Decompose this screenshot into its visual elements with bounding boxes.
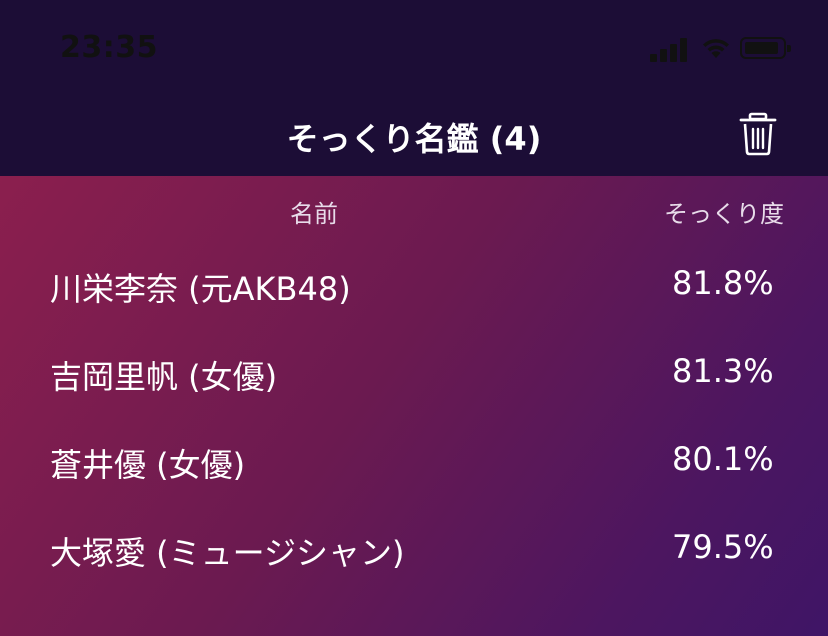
table-row[interactable]: 大塚愛 (ミュージシャン) 79.5%: [0, 504, 828, 592]
app-screen: 23:35 そっくり名鑑 (4) 名前 そっくり度 川栄李奈 (元AKB48) …: [0, 0, 828, 636]
table-header: 名前 そっくり度: [0, 176, 828, 240]
name-column-header: 名前: [290, 200, 338, 228]
cellular-signal-icon: [650, 36, 692, 62]
page-title: そっくり名鑑 (4): [286, 120, 542, 158]
row-name: 川栄李奈 (元AKB48): [50, 270, 351, 308]
lookalike-list: 名前 そっくり度 川栄李奈 (元AKB48) 81.8% 吉岡里帆 (女優) 8…: [0, 176, 828, 636]
score-column-header: そっくり度: [664, 200, 784, 228]
trash-icon: [739, 112, 777, 156]
delete-all-button[interactable]: [738, 112, 778, 156]
status-time: 23:35: [60, 30, 158, 65]
battery-icon: [740, 37, 791, 59]
row-score: 80.1%: [672, 440, 774, 478]
table-row[interactable]: 蒼井優 (女優) 80.1%: [0, 416, 828, 504]
wifi-icon: [703, 39, 729, 58]
row-score: 79.5%: [672, 528, 774, 566]
table-row[interactable]: 吉岡里帆 (女優) 81.3%: [0, 328, 828, 416]
row-score: 81.8%: [672, 264, 774, 302]
row-score: 81.3%: [672, 352, 774, 390]
row-name: 吉岡里帆 (女優): [50, 358, 278, 396]
navigation-bar: そっくり名鑑 (4): [0, 90, 828, 176]
top-bar: 23:35 そっくり名鑑 (4): [0, 0, 828, 176]
row-name: 蒼井優 (女優): [50, 446, 246, 484]
row-name: 大塚愛 (ミュージシャン): [50, 534, 405, 572]
status-bar: 23:35: [0, 0, 828, 90]
table-row[interactable]: 川栄李奈 (元AKB48) 81.8%: [0, 240, 828, 328]
